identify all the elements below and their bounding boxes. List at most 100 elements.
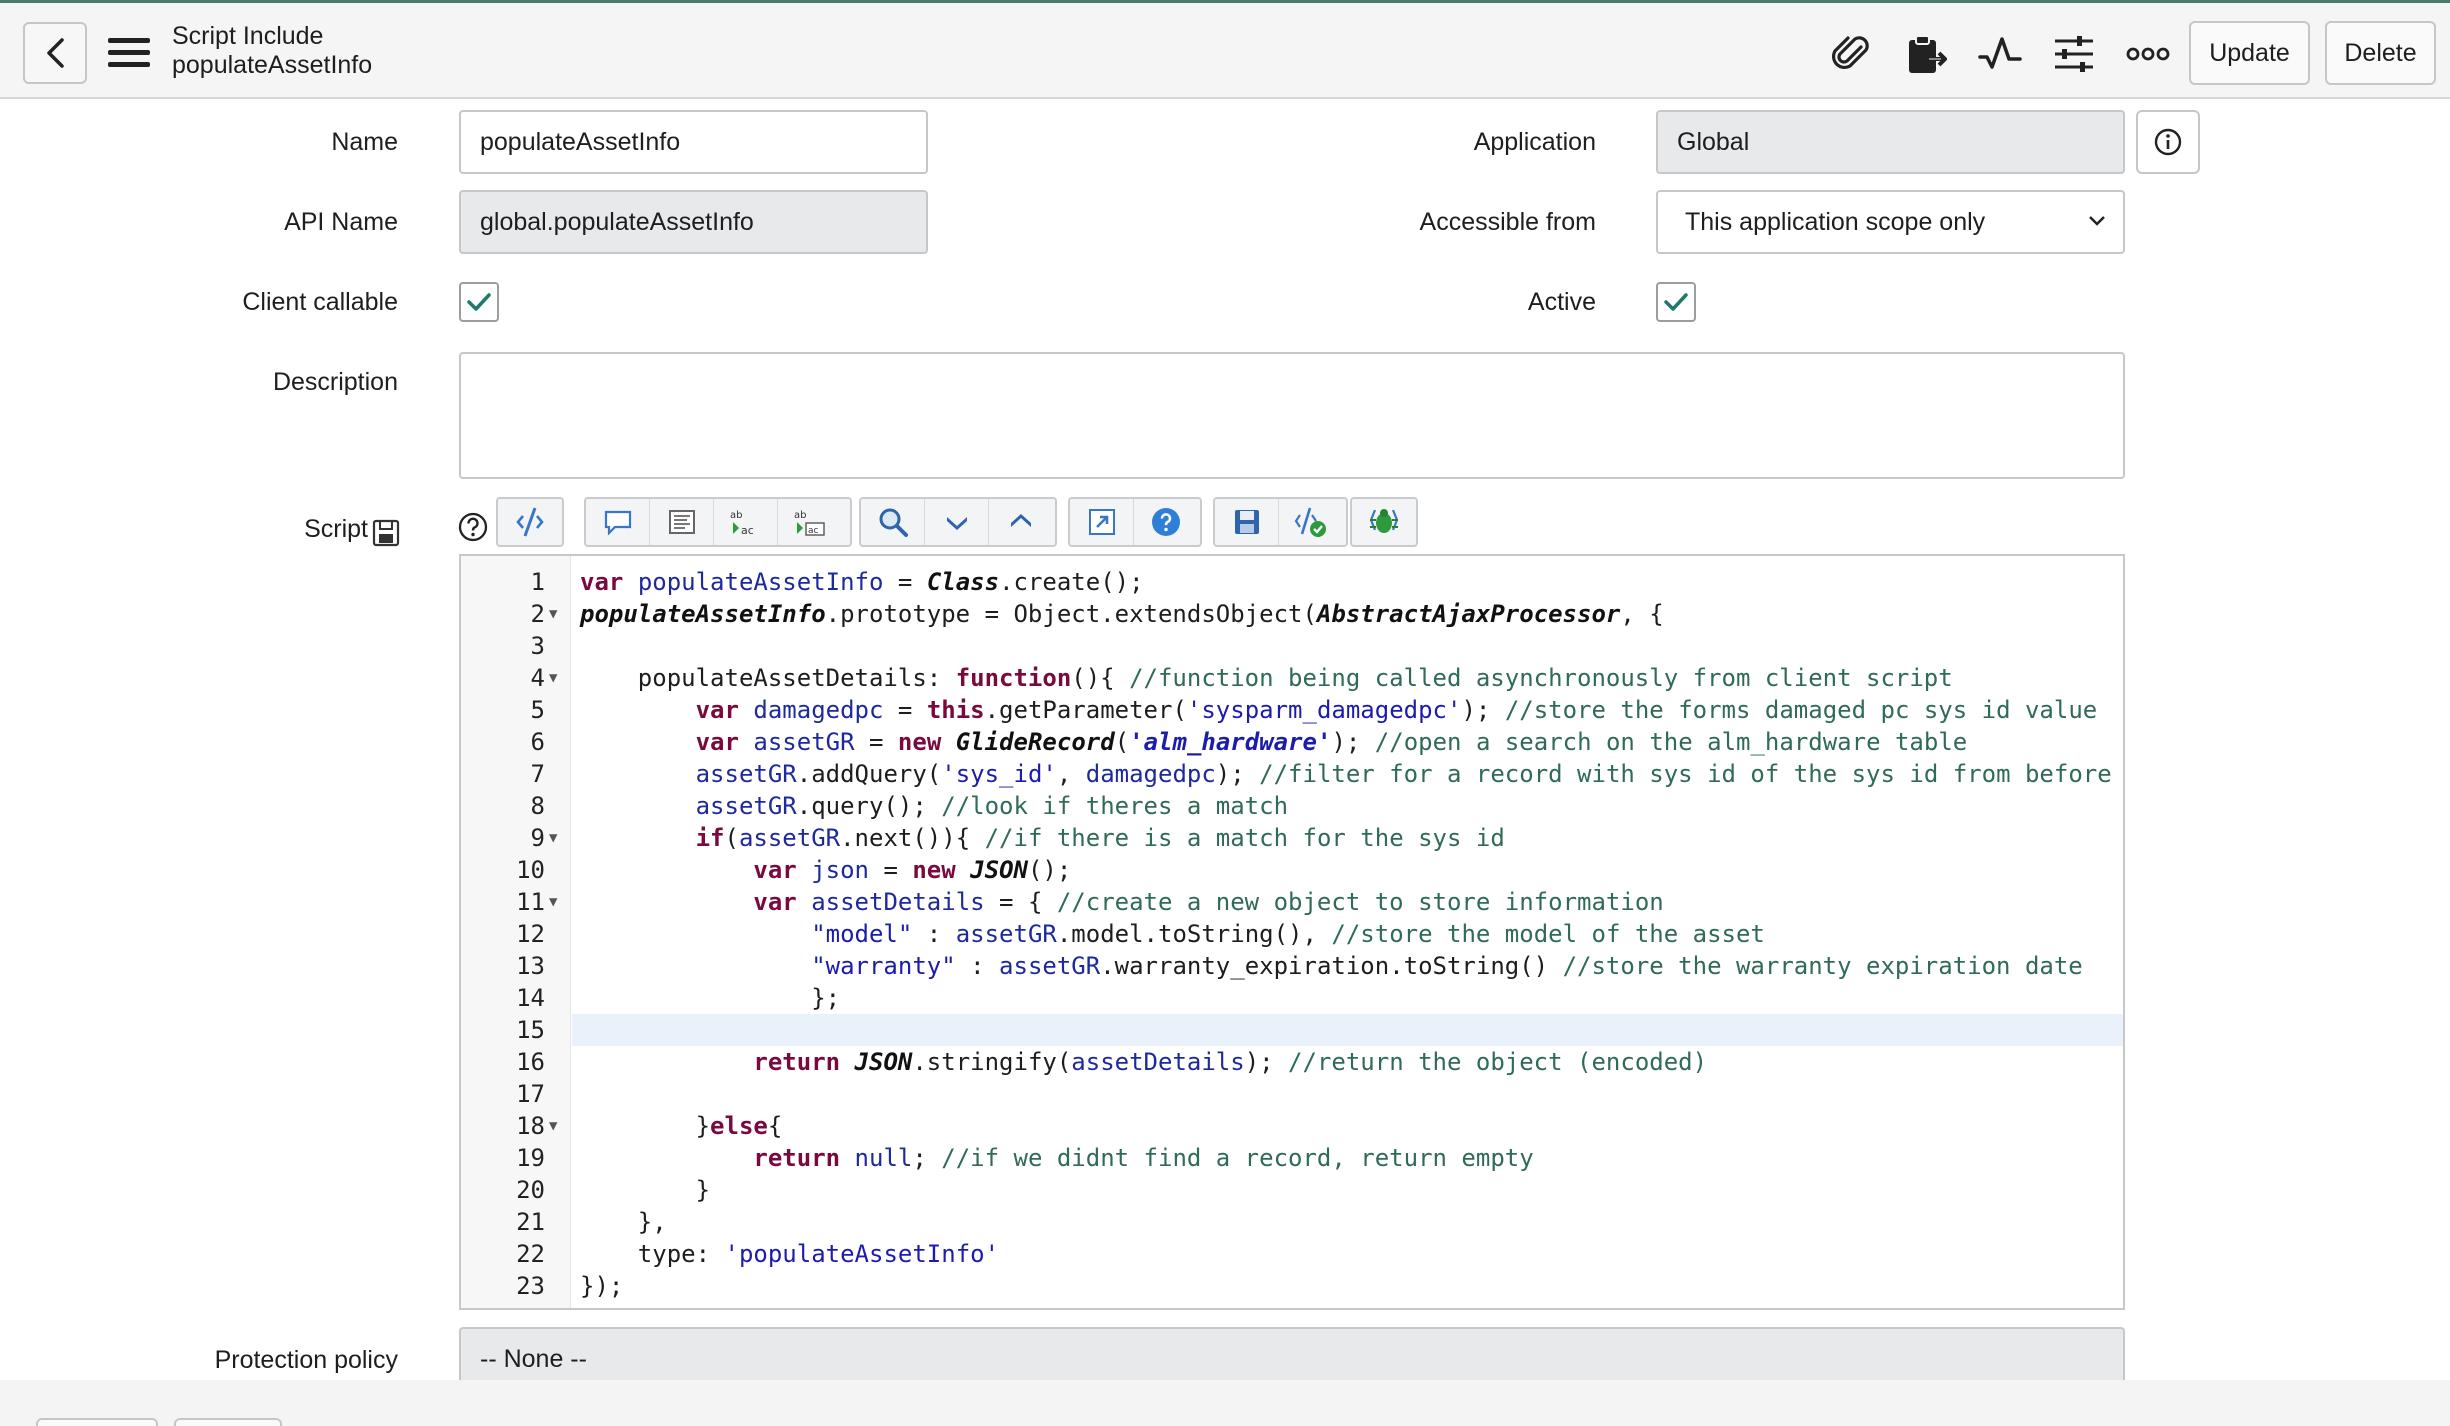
code-line: 1 var populateAssetInfo = Class.create(); (531, 566, 2123, 598)
check-syntax-button[interactable] (1279, 499, 1343, 545)
update-button[interactable]: Update (2189, 21, 2310, 85)
application-label: Application (1473, 128, 1596, 156)
back-button[interactable] (23, 22, 87, 84)
script-editor[interactable]: 1 var populateAssetInfo = Class.create();… (459, 554, 2125, 1310)
accessible-from-label: Accessible from (1419, 208, 1596, 236)
api-name-label: API Name (284, 208, 398, 236)
client-callable-checkbox[interactable] (459, 282, 499, 322)
sliders-settings-icon[interactable] (2051, 31, 2097, 77)
replace-button[interactable]: ab ac (714, 499, 778, 545)
active-label: Active (1527, 288, 1596, 316)
format-icon (668, 510, 695, 534)
toolbar-group-edit: ab ac ab ac (584, 497, 852, 547)
line-number: 14 (516, 984, 545, 1012)
hamburger-menu-icon[interactable] (108, 37, 152, 69)
description-label: Description (272, 368, 398, 396)
fold-arrow-icon: ▼ (549, 894, 558, 910)
format-code-button[interactable] (650, 499, 714, 545)
record-type: Script Include (172, 22, 324, 50)
description-textarea[interactable] (459, 352, 2125, 479)
code-line: 21 }, (516, 1206, 2123, 1238)
find-previous-button[interactable] (989, 499, 1053, 545)
toolbar-group-search (859, 497, 1057, 547)
svg-text:ac: ac (741, 524, 754, 537)
name-label: Name (331, 128, 398, 156)
fold-arrow-icon: ▼ (549, 1118, 558, 1134)
record-title: Script Include populateAssetInfo (172, 22, 372, 80)
record-name: populateAssetInfo (172, 51, 373, 79)
replace-all-button[interactable]: ab ac (778, 499, 842, 545)
code-line: 17 (516, 1078, 2123, 1110)
code-line: 5 var damagedpc = this.getParameter('sys… (531, 694, 2123, 726)
code-line: 16 return JSON.stringify(assetDetails); … (516, 1046, 2123, 1078)
application-info-button[interactable] (2136, 110, 2200, 174)
line-number: 23 (516, 1272, 545, 1300)
code-line: 22 type: 'populateAssetInfo' (516, 1238, 2123, 1270)
form-header: Script Include populateAssetInfo Update … (0, 0, 2450, 99)
script-help-button[interactable] (1134, 499, 1198, 545)
help-icon[interactable] (457, 511, 489, 543)
chevron-up-icon (1011, 514, 1031, 527)
activity-pulse-icon[interactable] (1977, 31, 2023, 77)
bottom-update-button[interactable] (36, 1418, 158, 1426)
application-field: Global (1656, 110, 2125, 174)
svg-text:ab: ab (794, 510, 806, 521)
replace-all-icon: abac (794, 510, 825, 536)
bug-icon (1369, 509, 1399, 533)
question-icon (1152, 508, 1180, 536)
line-number: 20 (516, 1176, 545, 1204)
accessible-from-value: This application scope only (1685, 207, 1986, 236)
attachment-icon[interactable] (1829, 31, 1875, 77)
toolbar-group-view (1068, 497, 1202, 547)
toolbar-group-debug (1350, 497, 1418, 547)
active-checkbox[interactable] (1656, 282, 1696, 322)
toolbar-group-format (496, 497, 564, 547)
name-field[interactable]: populateAssetInfo (459, 110, 928, 174)
find-next-button[interactable] (925, 499, 989, 545)
fullscreen-button[interactable] (1070, 499, 1134, 545)
line-number: 3 (530, 632, 545, 660)
line-number: 19 (516, 1144, 545, 1172)
save-button[interactable] (1215, 499, 1279, 545)
line-number: 2 (530, 600, 545, 628)
chevron-down-icon (2089, 216, 2105, 226)
toggle-syntax-editor-button[interactable] (498, 499, 562, 545)
line-number: 17 (516, 1080, 545, 1108)
code-area[interactable]: 1 var populateAssetInfo = Class.create();… (516, 566, 2123, 1302)
svg-text:ab: ab (730, 510, 742, 521)
delete-button[interactable]: Delete (2325, 21, 2436, 85)
comment-icon (604, 510, 631, 536)
bottom-delete-button[interactable] (174, 1418, 282, 1426)
code-line: 6 var assetGR = new GlideRecord('alm_har… (531, 726, 2123, 758)
line-number: 1 (530, 568, 545, 596)
api-name-field: global.populateAssetInfo (459, 190, 928, 254)
svg-text:ac: ac (808, 526, 819, 536)
line-number: 18 (516, 1112, 545, 1140)
floppy-disk-icon (1234, 510, 1259, 534)
clipboard-arrow-icon[interactable] (1903, 31, 1949, 77)
line-number: 8 (530, 792, 545, 820)
script-debugger-button[interactable] (1352, 499, 1416, 545)
line-number: 5 (530, 696, 545, 724)
more-options-icon[interactable] (2125, 31, 2171, 77)
code-line: 8 assetGR.query(); //look if theres a ma… (531, 790, 2123, 822)
code-line: 3 (531, 630, 2123, 662)
line-number: 15 (516, 1016, 545, 1044)
chevron-left-icon (47, 38, 64, 68)
client-callable-label: Client callable (242, 288, 398, 316)
toolbar-group-save (1213, 497, 1348, 547)
code-line: 12 "model" : assetGR.model.toString(), /… (516, 918, 2123, 950)
code-line: 23}); (516, 1270, 2123, 1302)
search-button[interactable] (861, 499, 925, 545)
search-icon (879, 508, 908, 537)
line-number: 6 (530, 728, 545, 756)
protection-policy-label: Protection policy (214, 1346, 398, 1374)
comment-selected-button[interactable] (586, 499, 650, 545)
accessible-from-select[interactable]: This application scope only (1656, 190, 2125, 254)
syntax-check-icon (1294, 507, 1326, 537)
save-script-icon[interactable] (371, 518, 401, 548)
code-line-active: 15 (516, 1014, 2123, 1046)
code-line: 7 assetGR.addQuery('sys_id', damagedpc);… (531, 758, 2123, 790)
script-label: Script (304, 515, 368, 543)
fold-arrow-icon: ▼ (549, 670, 558, 686)
